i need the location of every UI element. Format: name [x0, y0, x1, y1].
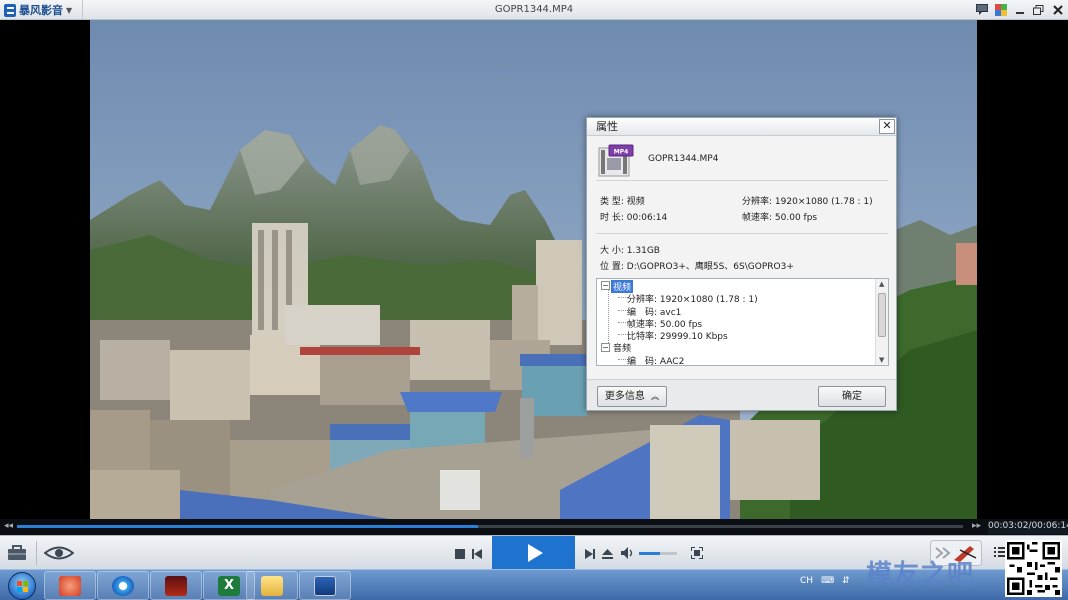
excel-icon: X	[218, 575, 240, 596]
baofeng-icon	[112, 575, 134, 596]
scroll-down-icon[interactable]: ▼	[879, 356, 884, 364]
tree-item[interactable]: 分辨率: 1920×1080 (1.78 : 1)	[627, 292, 758, 305]
player-icon	[314, 575, 336, 596]
volume-level	[639, 552, 660, 555]
taskbar-app-player[interactable]	[299, 571, 351, 600]
framerate-label: 帧速率:	[742, 213, 773, 223]
seek-bar-row: ◂◂ ▸▸ 00:03:02/00:06:14	[0, 519, 1068, 535]
file-header: MP4 GOPR1344.MP4	[596, 143, 888, 181]
start-button[interactable]	[8, 572, 36, 600]
tree-scrollbar[interactable]: ▲ ▼	[875, 279, 888, 365]
mp4-file-icon: MP4	[597, 144, 635, 178]
more-info-button[interactable]: 更多信息 ︽	[597, 386, 667, 407]
location-value: D:\GOPRO3+、鹰眼5S、6S\GOPRO3+	[626, 262, 794, 272]
fast-forward-icon[interactable]: ▸▸	[972, 521, 981, 531]
taskbar-app-movie[interactable]	[150, 571, 202, 600]
title-bar: 暴风影音 ▼ GOPR1344.MP4	[0, 0, 1068, 20]
dialog-title: 属性	[587, 118, 896, 136]
taskbar-app-ccleaner[interactable]	[44, 571, 96, 600]
dialog-close-button[interactable]: ✕	[879, 119, 895, 134]
chat-icon[interactable]	[975, 2, 988, 17]
volume-icon[interactable]	[621, 547, 634, 562]
rewind-icon[interactable]: ◂◂	[4, 521, 13, 531]
language-indicator[interactable]: CH	[800, 576, 813, 586]
window-title: GOPR1344.MP4	[494, 4, 574, 15]
movie-icon	[165, 575, 187, 596]
framerate-row: 帧速率: 50.00 fps	[742, 210, 817, 223]
time-display: 00:03:02/00:06:14	[988, 521, 1068, 534]
more-info-label: 更多信息	[604, 391, 645, 402]
ccleaner-icon	[59, 575, 81, 596]
toolbox-icon[interactable]	[7, 545, 27, 564]
location-row: 位 置: D:\GOPRO3+、鹰眼5S、6S\GOPRO3+	[600, 259, 794, 272]
seek-bar[interactable]	[17, 525, 963, 528]
tree-item[interactable]: 编 码: AAC2	[627, 354, 684, 365]
resolution-label: 分辨率:	[742, 197, 773, 207]
scroll-up-icon[interactable]: ▲	[879, 280, 884, 288]
resolution-row: 分辨率: 1920×1080 (1.78 : 1)	[742, 194, 873, 207]
location-label: 位 置:	[600, 262, 624, 272]
size-value: 1.31GB	[626, 246, 660, 256]
volume-slider[interactable]	[639, 552, 677, 555]
network-icon[interactable]: ⇵	[842, 576, 850, 586]
next-icon[interactable]	[585, 548, 595, 562]
file-type-badge: MP4	[614, 149, 629, 156]
size-row: 大 小: 1.31GB	[600, 243, 660, 256]
type-row: 类 型: 视频	[600, 194, 645, 207]
duration-label: 时 长:	[600, 213, 624, 223]
eye-icon[interactable]	[43, 546, 75, 563]
fullscreen-icon[interactable]	[690, 546, 704, 562]
tree-node-audio[interactable]: 音频	[613, 341, 631, 354]
close-icon[interactable]	[1051, 2, 1064, 17]
play-icon	[528, 544, 543, 562]
restore-icon[interactable]	[1032, 2, 1045, 17]
duration-row: 时 长: 00:06:14	[600, 210, 667, 223]
stop-icon[interactable]	[455, 548, 465, 562]
dialog-footer: 更多信息 ︽ 确定	[587, 379, 896, 410]
chevron-up-icon: ︽	[651, 392, 660, 401]
size-label: 大 小:	[600, 246, 624, 256]
qr-code	[1005, 540, 1062, 597]
resolution-value: 1920×1080 (1.78 : 1)	[774, 197, 873, 207]
media-info-tree[interactable]: − 视频 分辨率: 1920×1080 (1.78 : 1) 编 码: avc1…	[596, 278, 889, 366]
collapse-icon[interactable]: −	[601, 343, 610, 352]
window-controls	[975, 2, 1064, 17]
duration-value: 00:06:14	[626, 213, 668, 223]
skin-icon[interactable]	[994, 2, 1007, 17]
tree-line	[608, 289, 609, 347]
taskbar-app-baofeng[interactable]	[97, 571, 149, 600]
divider	[596, 233, 888, 234]
scrollbar-thumb[interactable]	[878, 293, 886, 337]
eject-icon[interactable]	[602, 548, 613, 562]
watermark-text: 模友之吧	[866, 560, 975, 590]
framerate-value: 50.00 fps	[774, 213, 818, 223]
keyboard-icon[interactable]: ⌨	[821, 576, 834, 586]
type-label: 类 型:	[600, 197, 624, 207]
explorer-icon	[261, 575, 283, 596]
type-value: 视频	[626, 197, 645, 207]
seek-progress	[17, 525, 478, 528]
collapse-icon[interactable]: −	[601, 281, 610, 290]
watermark-logo: 模友之吧	[866, 554, 974, 591]
properties-dialog: 属性 ✕ MP4 GOPR1344.MP4 类 型: 视频 时 长: 00:06…	[586, 117, 897, 411]
taskbar-app-explorer[interactable]	[246, 571, 298, 600]
system-tray: CH ⌨ ⇵	[800, 576, 850, 586]
play-button[interactable]	[492, 536, 575, 570]
previous-icon[interactable]	[472, 548, 482, 562]
tree-item[interactable]: 比特率: 29999.10 Kbps	[627, 329, 728, 342]
minimize-icon[interactable]	[1013, 2, 1026, 17]
windows-logo-icon	[17, 581, 28, 592]
divider	[36, 541, 37, 565]
file-name: GOPR1344.MP4	[648, 154, 719, 164]
ok-button[interactable]: 确定	[818, 386, 886, 407]
